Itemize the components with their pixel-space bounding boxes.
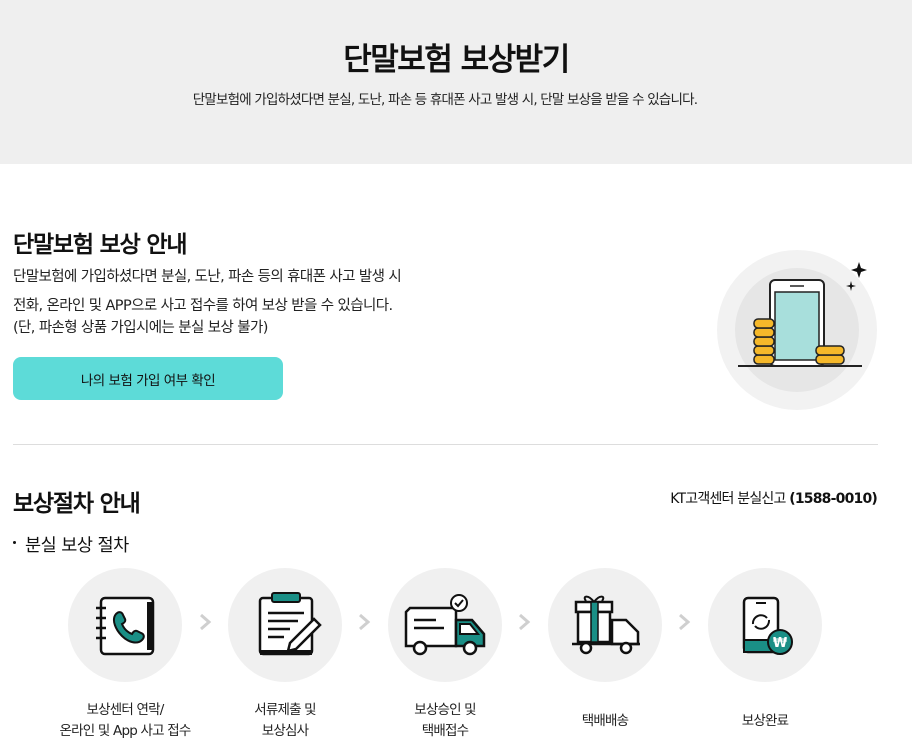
step-label-line2: 보상심사 (261, 723, 309, 739)
step-label-line1: 택배배송 (581, 712, 629, 729)
step-2: 서류제출 및 보상심사 (200, 568, 370, 742)
process-subtitle: 분실 보상 절차 (13, 532, 129, 557)
guide-line-1: 단말보험에 가입하셨다면 분실, 도난, 파손 등의 휴대폰 사고 발생 시 (13, 269, 402, 285)
step-label: 택배배송 (520, 700, 690, 742)
step-circle: ₩ (708, 568, 822, 682)
step-5: ₩ 보상완료 (680, 568, 850, 742)
delivery-truck-icon (404, 594, 486, 656)
section-divider (13, 444, 878, 445)
step-label: 보상완료 (680, 700, 850, 742)
step-label-line2: 택배접수 (421, 723, 469, 739)
step-circle (388, 568, 502, 682)
step-label-line1: 보상센터 연락/ (86, 702, 165, 718)
kt-call-info: KT고객센터 분실신고 (1588-0010) (670, 488, 878, 508)
step-label: 보상승인 및 택배접수 (360, 700, 530, 742)
step-label: 서류제출 및 보상심사 (200, 700, 370, 742)
gift-truck-icon (572, 595, 640, 655)
call-number: (1588-0010) (789, 491, 878, 507)
page-description: 단말보험에 가입하셨다면 분실, 도난, 파손 등 휴대폰 사고 발생 시, 단… (192, 92, 698, 108)
step-label-line1: 서류제출 및 (254, 702, 316, 718)
guide-note: (단, 파손형 상품 가입시에는 분실 보상 불가) (13, 320, 268, 336)
step-1: 보상센터 연락/ 온라인 및 App 사고 접수 (40, 568, 210, 742)
bullet-dot (13, 541, 16, 544)
guide-title: 단말보험 보상 안내 (13, 232, 187, 258)
process-title: 보상절차 안내 (13, 491, 141, 517)
step-3: 보상승인 및 택배접수 (360, 568, 530, 742)
step-label: 보상센터 연락/ 온라인 및 App 사고 접수 (40, 700, 210, 742)
call-label: KT고객센터 분실신고 (670, 491, 790, 507)
step-4: 택배배송 (520, 568, 690, 742)
step-circle (68, 568, 182, 682)
phone-book-icon (96, 596, 155, 656)
page-title: 단말보험 보상받기 (343, 42, 570, 78)
guide-description: 단말보험에 가입하셨다면 분실, 도난, 파손 등의 휴대폰 사고 발생 시 전… (13, 263, 483, 321)
step-label-line2: 온라인 및 App 사고 접수 (59, 723, 192, 739)
clipboard-pen-icon (258, 592, 322, 656)
phone-won-icon: ₩ (742, 596, 793, 655)
phone-coins-illustration (717, 250, 877, 410)
svg-text:₩: ₩ (773, 636, 788, 651)
hero-banner: 단말보험 보상받기 단말보험에 가입하셨다면 분실, 도난, 파손 등 휴대폰 … (0, 0, 912, 164)
step-label-line1: 보상완료 (741, 712, 789, 729)
step-circle (548, 568, 662, 682)
step-circle (228, 568, 342, 682)
check-insurance-button[interactable]: 나의 보험 가입 여부 확인 (13, 357, 283, 400)
step-label-line1: 보상승인 및 (414, 702, 476, 718)
process-subtitle-text: 분실 보상 절차 (25, 536, 129, 556)
